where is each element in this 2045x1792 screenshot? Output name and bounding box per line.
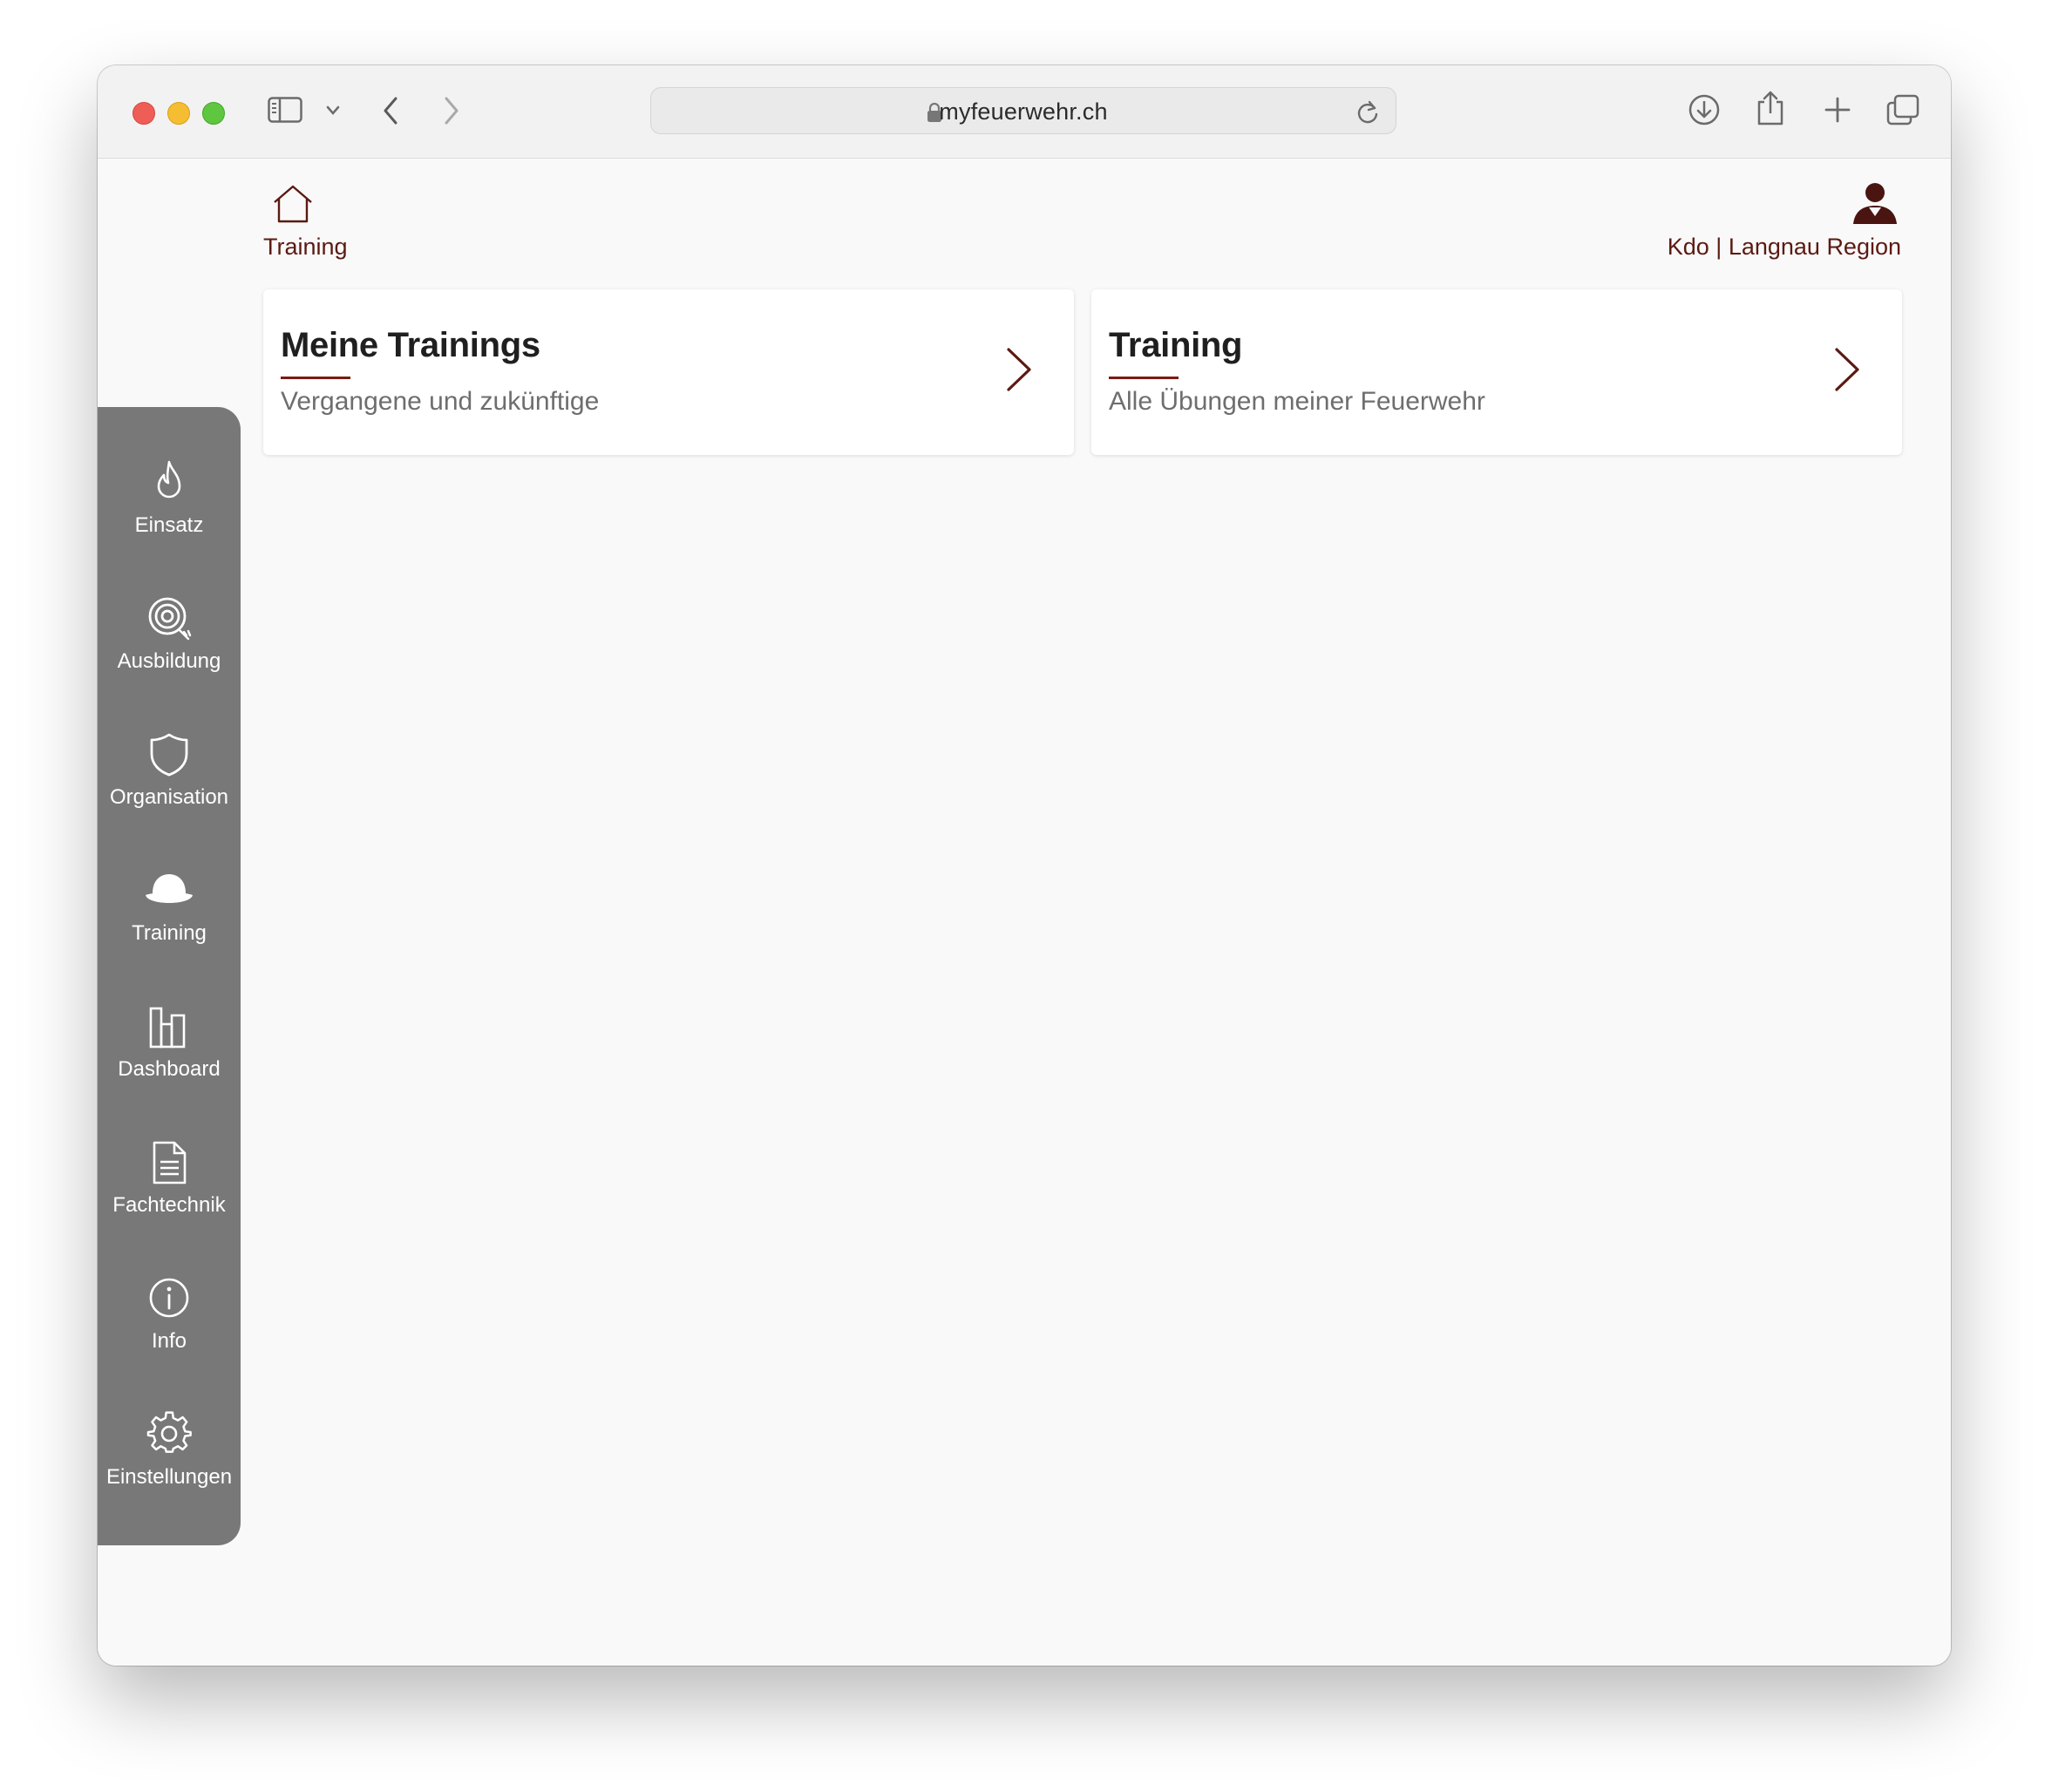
- card-training[interactable]: Training Alle Übungen meiner Feuerwehr: [1091, 289, 1902, 455]
- chevron-right-icon: [1834, 347, 1860, 397]
- user-label[interactable]: Kdo | Langnau Region: [1668, 234, 1901, 261]
- tab-overview-icon[interactable]: [1886, 94, 1919, 126]
- chevron-down-icon[interactable]: [326, 105, 340, 116]
- sidebar-item-label: Einsatz: [134, 513, 204, 537]
- sidebar-nav: Einsatz Ausbildung Organisation Training: [98, 407, 241, 1545]
- hose-reel-icon: [145, 595, 194, 642]
- helmet-icon: [143, 867, 195, 913]
- sidebar-item-label: Fachtechnik: [112, 1193, 226, 1217]
- sidebar-item-label: Dashboard: [118, 1057, 221, 1081]
- flame-icon: [150, 459, 188, 505]
- sidebar-toggle-icon[interactable]: [268, 97, 302, 123]
- close-window-button[interactable]: [132, 102, 155, 125]
- sidebar-item-label: Info: [151, 1329, 187, 1353]
- shield-icon: [148, 731, 190, 778]
- breadcrumb[interactable]: Training: [263, 234, 348, 261]
- address-bar[interactable]: myfeuerwehr.ch: [650, 87, 1396, 134]
- minimize-window-button[interactable]: [167, 102, 190, 125]
- sidebar-item-dashboard[interactable]: Dashboard: [98, 1003, 241, 1134]
- zoom-window-button[interactable]: [202, 102, 225, 125]
- sidebar-item-label: Training: [132, 921, 207, 945]
- bar-chart-icon: [147, 1003, 191, 1050]
- sidebar-item-ausbildung[interactable]: Ausbildung: [98, 595, 241, 726]
- browser-window: myfeuerwehr.ch Training Kdo | Langnau Re…: [98, 65, 1951, 1666]
- sidebar-item-einstellungen[interactable]: Einstellungen: [98, 1411, 241, 1542]
- back-icon[interactable]: [382, 96, 399, 126]
- browser-toolbar: myfeuerwehr.ch: [98, 65, 1951, 159]
- sidebar-item-info[interactable]: Info: [98, 1275, 241, 1406]
- card-subtitle: Alle Übungen meiner Feuerwehr: [1109, 387, 1485, 416]
- card-subtitle: Vergangene und zukünftige: [281, 387, 600, 416]
- user-icon[interactable]: [1851, 181, 1899, 229]
- share-icon[interactable]: [1756, 90, 1785, 126]
- chevron-right-icon: [1006, 347, 1032, 397]
- sidebar-item-organisation[interactable]: Organisation: [98, 731, 241, 862]
- document-icon: [150, 1139, 188, 1186]
- sidebar-item-label: Ausbildung: [117, 649, 221, 673]
- info-icon: [146, 1275, 192, 1320]
- sidebar-item-label: Organisation: [109, 785, 229, 809]
- reload-icon[interactable]: [1355, 98, 1380, 129]
- sidebar-item-fachtechnik[interactable]: Fachtechnik: [98, 1139, 241, 1270]
- download-icon[interactable]: [1688, 93, 1721, 126]
- sidebar-item-einsatz[interactable]: Einsatz: [98, 459, 241, 590]
- card-title-underline: [281, 377, 350, 379]
- card-meine-trainings[interactable]: Meine Trainings Vergangene und zukünftig…: [263, 289, 1074, 455]
- new-tab-icon[interactable]: [1824, 96, 1851, 124]
- forward-icon[interactable]: [443, 96, 460, 126]
- home-icon[interactable]: [270, 183, 316, 229]
- gear-icon: [146, 1411, 193, 1458]
- card-title: Training: [1109, 326, 1243, 364]
- sidebar-item-training[interactable]: Training: [98, 867, 241, 998]
- page-content: Training Kdo | Langnau Region Meine Trai…: [98, 159, 1951, 1666]
- card-title: Meine Trainings: [281, 326, 540, 364]
- card-title-underline: [1109, 377, 1179, 379]
- url-text: myfeuerwehr.ch: [939, 98, 1108, 125]
- sidebar-item-label: Einstellungen: [105, 1465, 233, 1489]
